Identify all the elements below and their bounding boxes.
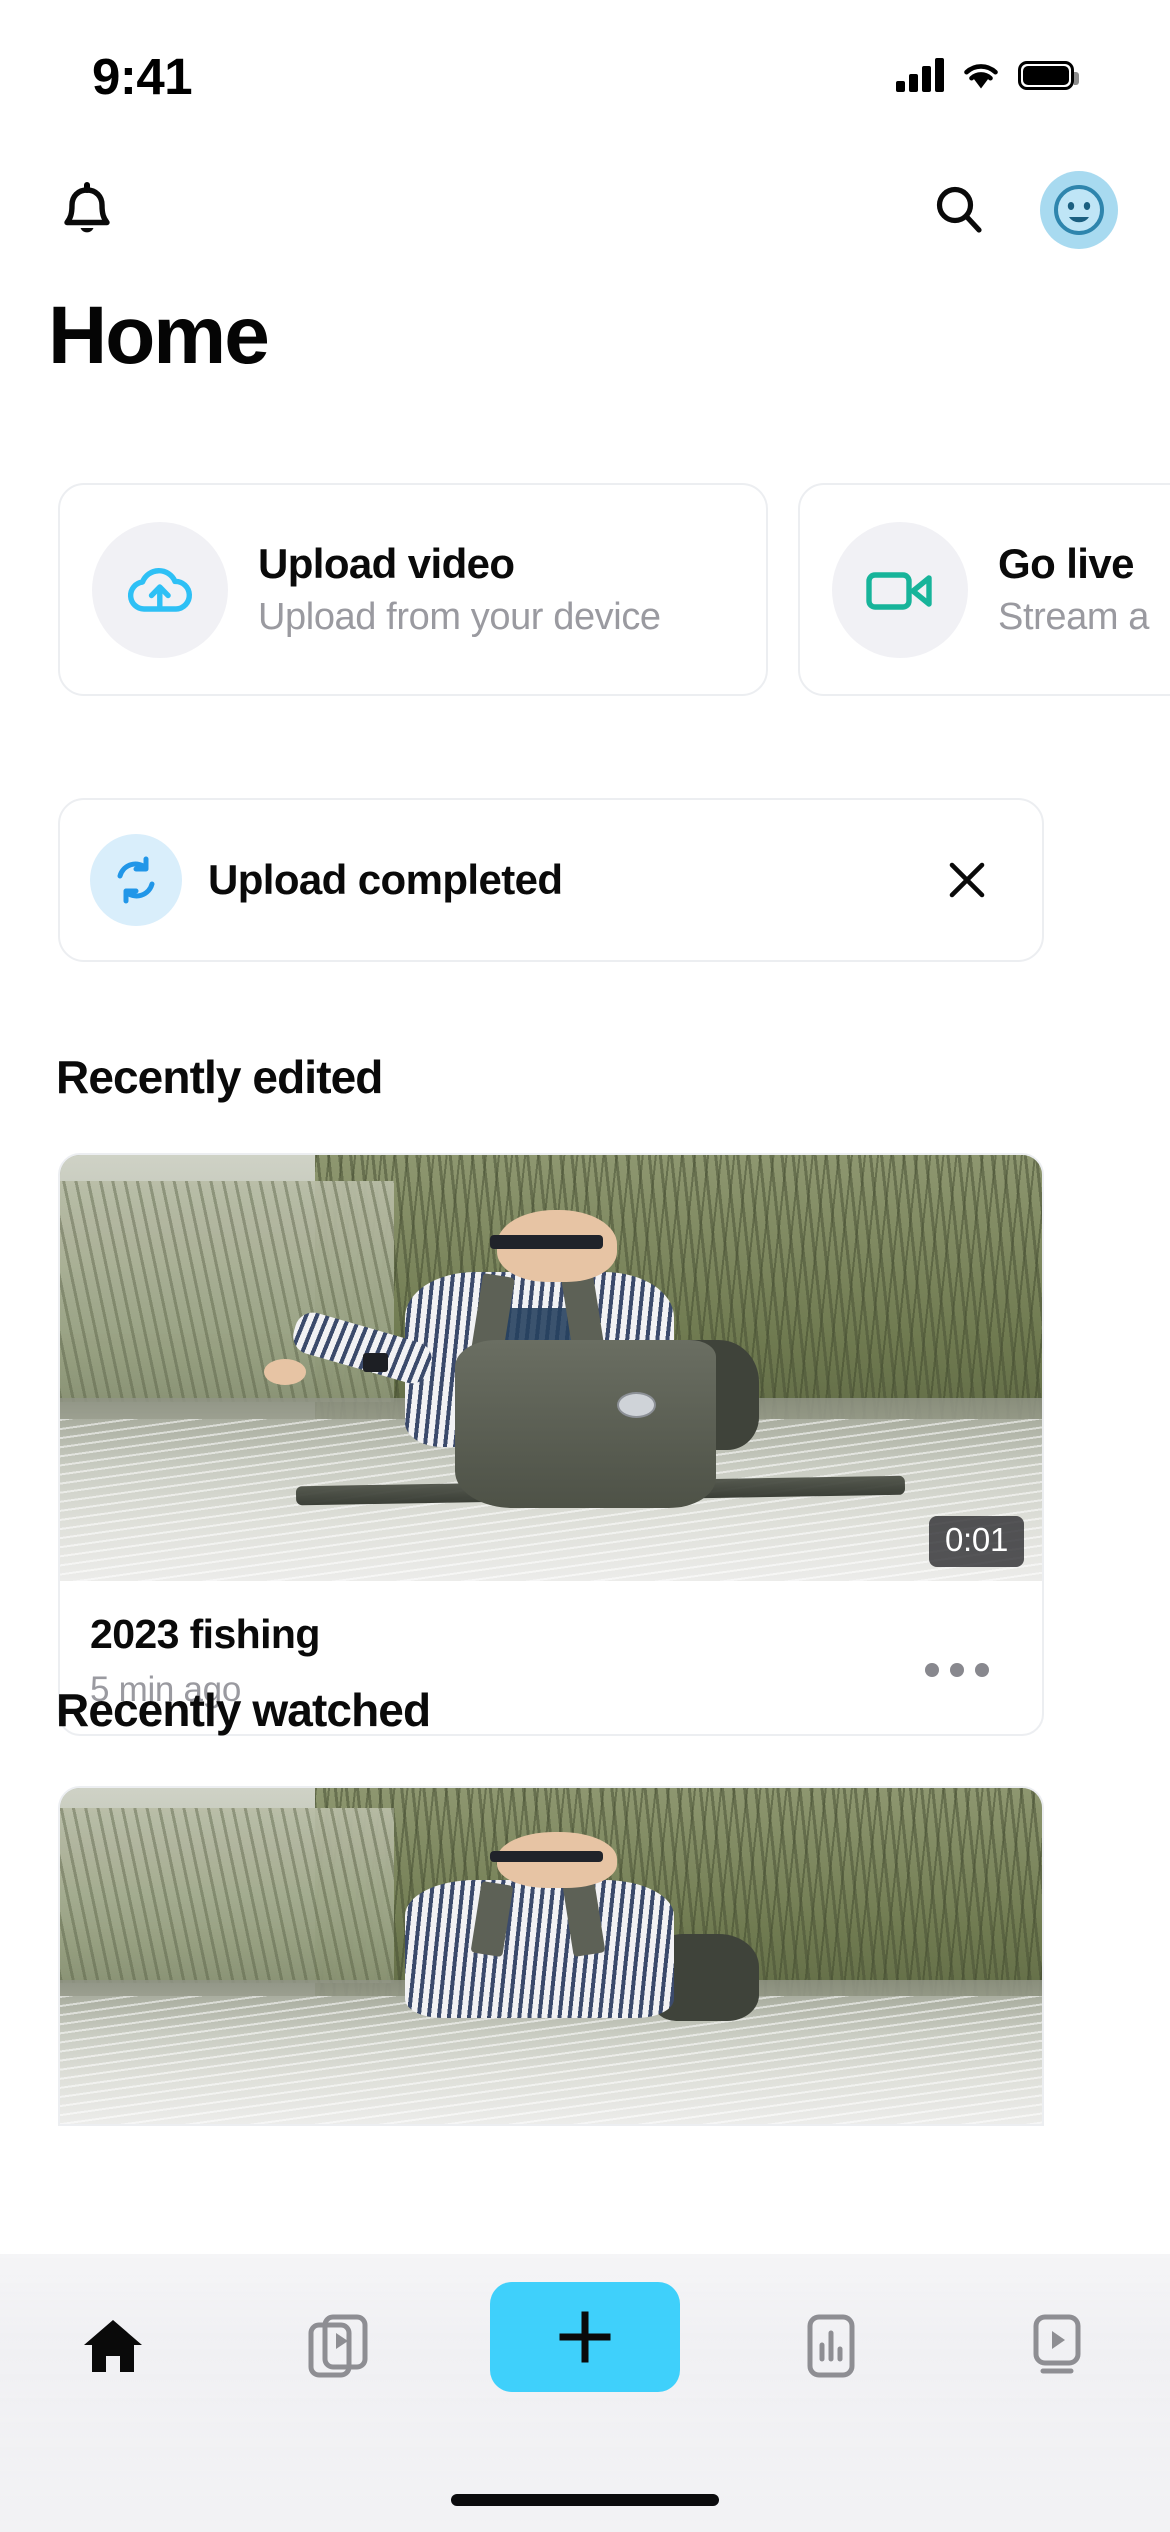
status-bar-time: 9:41 xyxy=(92,47,193,105)
recently-edited-heading: Recently edited xyxy=(56,1051,383,1103)
upload-video-card[interactable]: Upload video Upload from your device xyxy=(58,483,768,696)
search-icon[interactable] xyxy=(920,171,998,249)
sidebar-item-analytics[interactable] xyxy=(756,2282,906,2410)
tv-play-icon xyxy=(1026,2313,1088,2379)
quick-actions-carousel[interactable]: Upload video Upload from your device Go … xyxy=(0,483,1170,708)
cellular-signal-icon xyxy=(896,58,944,92)
upload-video-title: Upload video xyxy=(258,540,515,587)
more-options-icon[interactable] xyxy=(902,1640,1012,1700)
go-live-card[interactable]: Go live Stream a xyxy=(798,483,1170,696)
thumbnail-scene-art xyxy=(60,1155,1042,1581)
upload-status-banner: Upload completed xyxy=(58,798,1044,962)
video-title: 2023 fishing xyxy=(90,1611,320,1657)
recently-watched-card[interactable] xyxy=(58,1786,1044,2126)
sync-refresh-icon xyxy=(90,834,182,926)
home-indicator xyxy=(451,2494,719,2506)
bell-icon[interactable] xyxy=(48,171,126,249)
status-bar-indicators xyxy=(896,38,1079,92)
upload-video-subtitle: Upload from your device xyxy=(258,596,661,638)
upload-status-label: Upload completed xyxy=(208,856,563,903)
nav-left-group xyxy=(48,171,126,249)
status-bar: 9:41 xyxy=(0,0,1170,130)
go-live-text: Go live Stream a xyxy=(998,540,1149,639)
upload-video-text: Upload video Upload from your device xyxy=(258,540,661,639)
recently-watched-thumbnail[interactable] xyxy=(60,1788,1042,2124)
user-avatar-icon[interactable] xyxy=(1040,171,1118,249)
home-icon xyxy=(79,2315,147,2377)
page-title: Home xyxy=(48,290,270,381)
analytics-bar-chart-icon xyxy=(800,2313,862,2379)
video-card[interactable]: 0:01 2023 fishing 5 min ago xyxy=(58,1153,1044,1736)
video-duration-badge: 0:01 xyxy=(928,1516,1024,1567)
video-library-icon xyxy=(305,2313,373,2379)
top-navigation-bar xyxy=(0,155,1170,265)
video-thumbnail[interactable]: 0:01 xyxy=(60,1155,1042,1581)
go-live-subtitle: Stream a xyxy=(998,596,1149,638)
close-icon[interactable] xyxy=(932,845,1002,915)
cloud-upload-icon xyxy=(92,521,228,658)
nav-right-group xyxy=(920,171,1118,249)
battery-icon xyxy=(1018,60,1079,90)
go-live-title: Go live xyxy=(998,540,1134,587)
sidebar-item-broadcast[interactable] xyxy=(982,2282,1132,2410)
bottom-tab-bar xyxy=(0,2254,1170,2532)
recently-watched-heading: Recently watched xyxy=(56,1684,431,1736)
plus-icon xyxy=(557,2309,613,2365)
sidebar-item-library[interactable] xyxy=(264,2282,414,2410)
sidebar-item-home[interactable] xyxy=(38,2282,188,2410)
wifi-icon xyxy=(960,59,1002,91)
app-screen: 9:41 Home Upload video Upload from your … xyxy=(0,0,1170,2532)
create-button[interactable] xyxy=(490,2282,680,2392)
video-camera-icon xyxy=(832,521,968,658)
thumbnail-scene-art-2 xyxy=(60,1788,1042,2124)
